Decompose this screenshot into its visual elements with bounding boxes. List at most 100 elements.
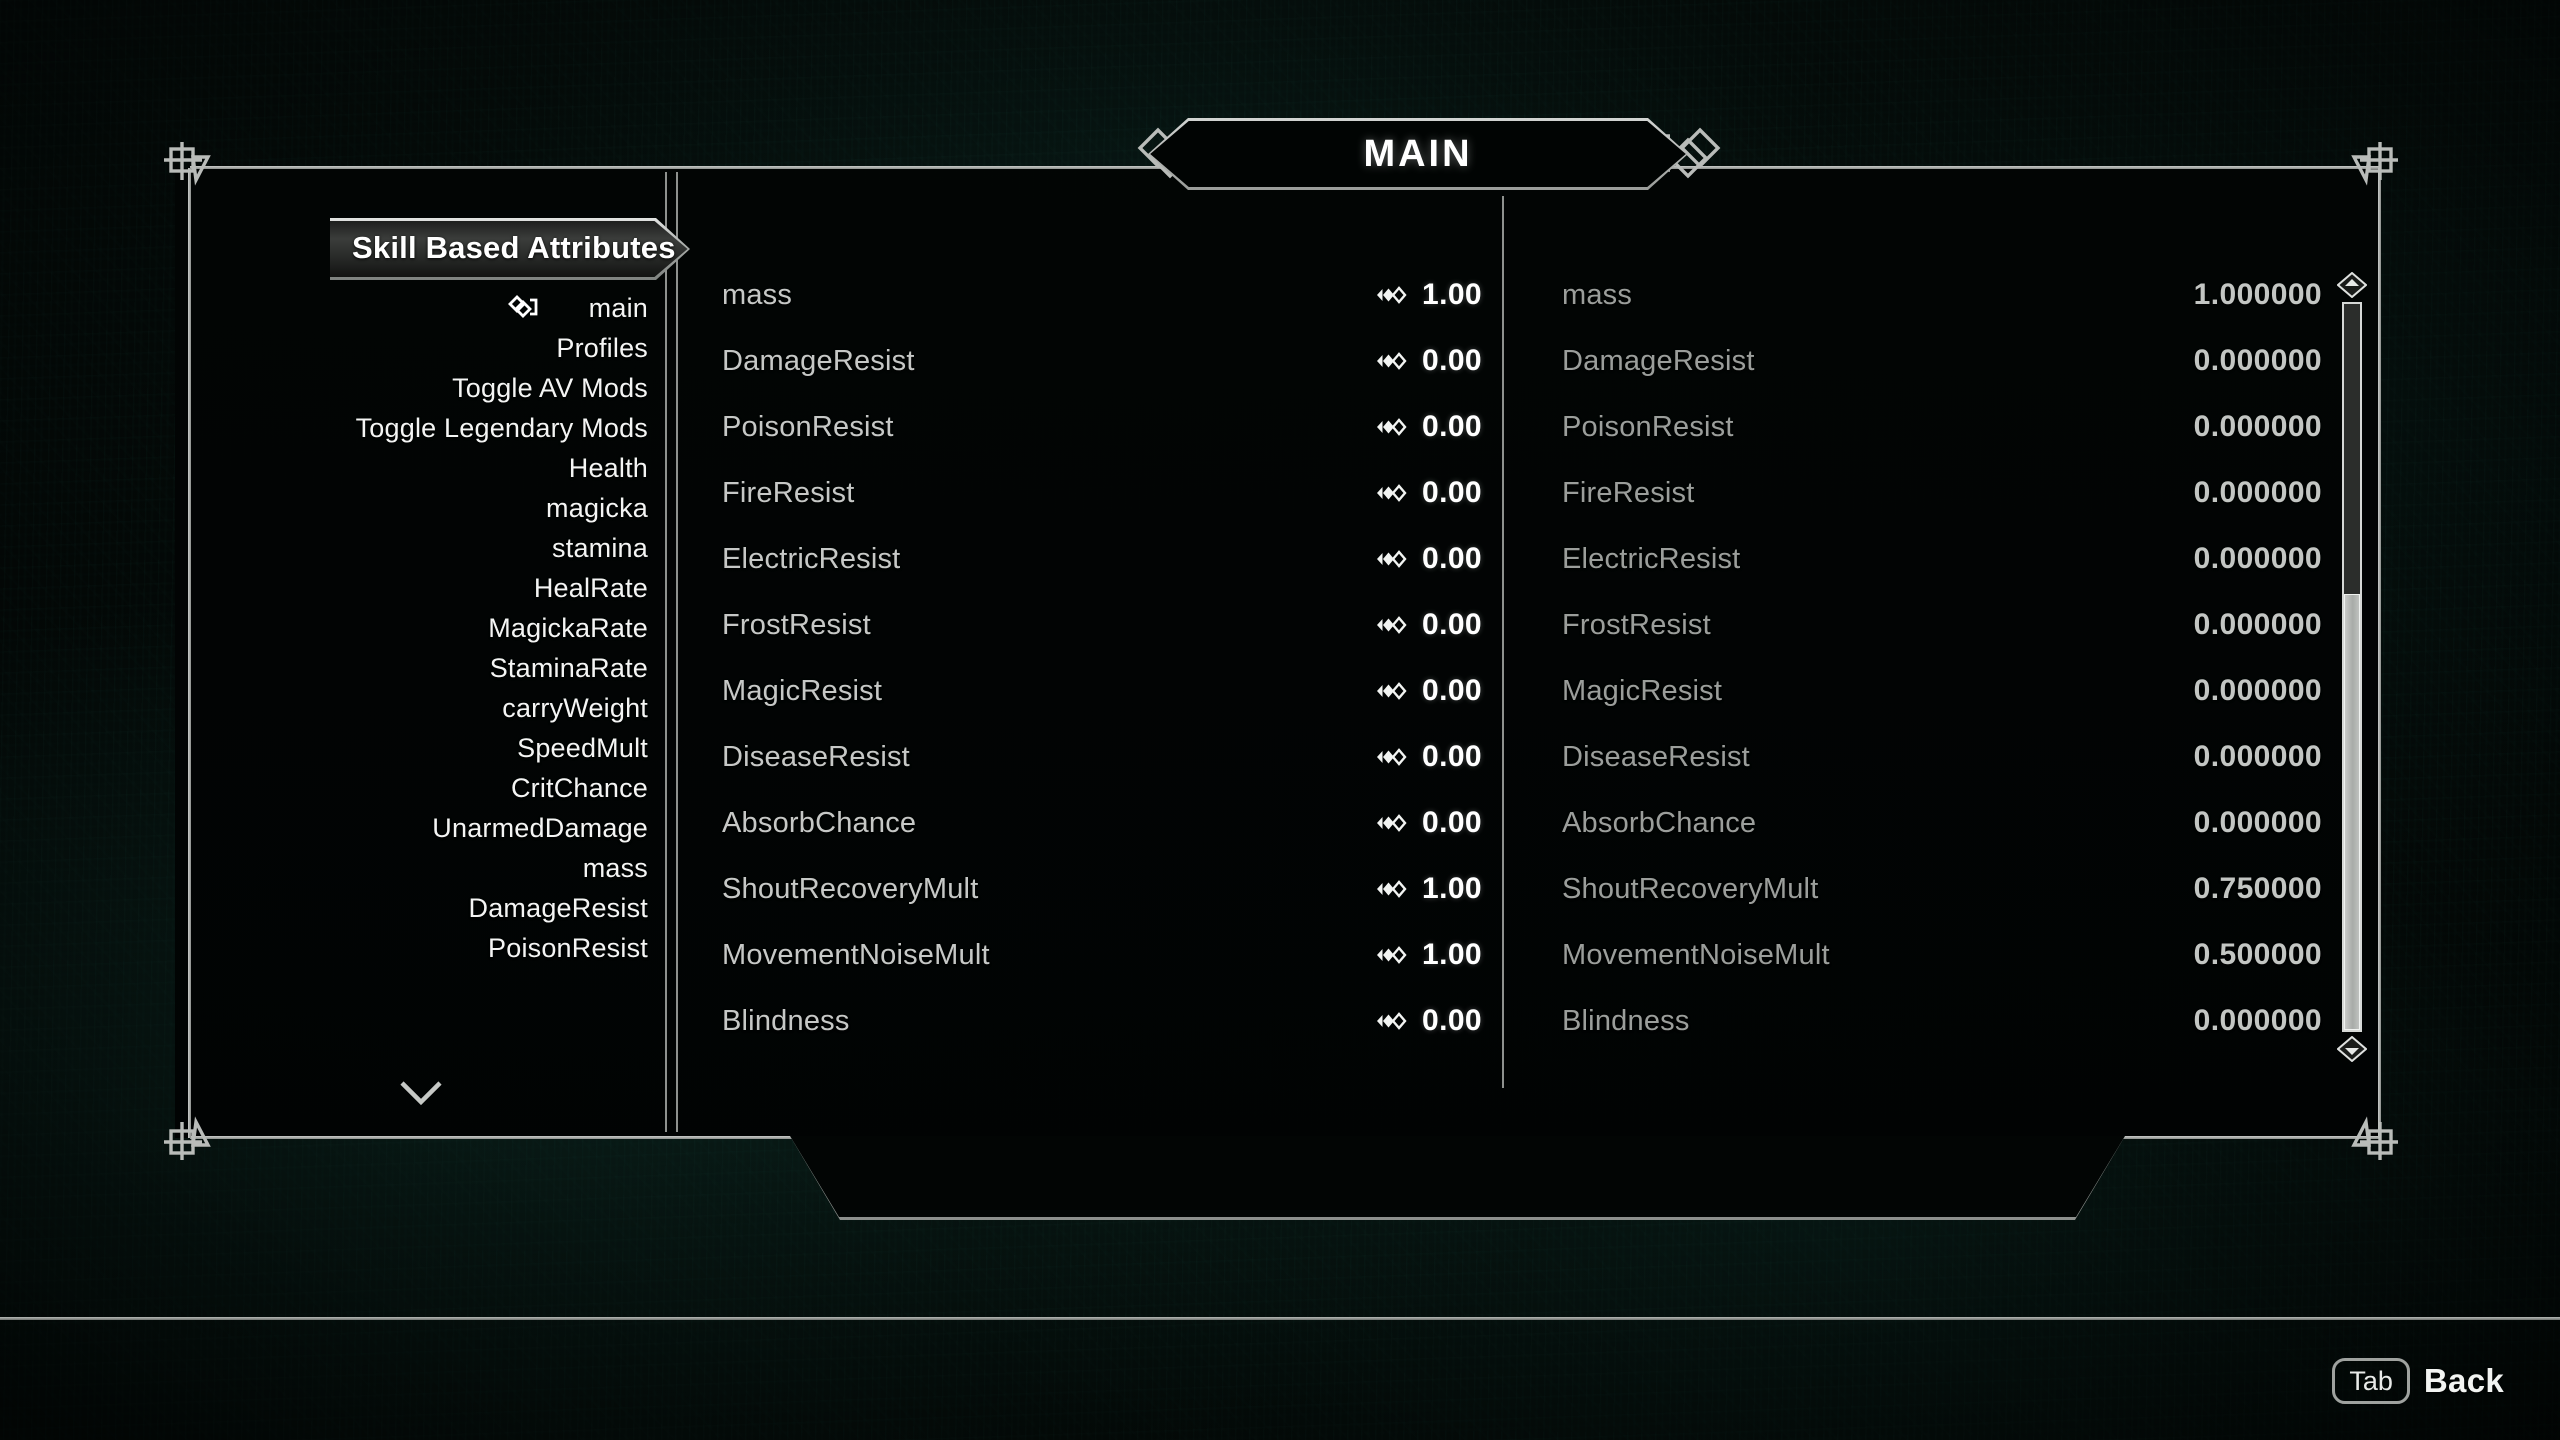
diamond-stepper-icon[interactable] (1374, 548, 1408, 570)
sidebar-item-toggle-av-mods[interactable]: Toggle AV Mods (250, 368, 660, 408)
setting-value-group: 0.000000 (2194, 476, 2322, 510)
setting-row[interactable]: Blindness 0.00 (722, 988, 1482, 1054)
setting-row[interactable]: DamageResist 0.000000 (1562, 328, 2322, 394)
setting-row[interactable]: DiseaseResist 0.00 (722, 724, 1482, 790)
setting-row[interactable]: FireResist 0.000000 (1562, 460, 2322, 526)
setting-value-group: 0.00 (1374, 740, 1482, 774)
scroll-down-diamond-icon[interactable] (2337, 1036, 2367, 1062)
sidebar-item-mass[interactable]: mass (250, 848, 660, 888)
diamond-stepper-icon[interactable] (1374, 614, 1408, 636)
menu-title-banner: MAIN (1148, 118, 1688, 190)
scroll-up-diamond-icon[interactable] (2337, 272, 2367, 298)
setting-value: 1.00 (1422, 938, 1482, 971)
setting-label: PoisonResist (1562, 410, 1734, 443)
setting-label: Blindness (722, 1004, 850, 1037)
sidebar-item-label: Toggle AV Mods (452, 372, 648, 403)
sidebar-item-unarmeddamage[interactable]: UnarmedDamage (250, 808, 660, 848)
setting-row[interactable]: AbsorbChance 0.000000 (1562, 790, 2322, 856)
sidebar-item-speedmult[interactable]: SpeedMult (250, 728, 660, 768)
hud-separator-line (0, 1317, 2560, 1320)
setting-row[interactable]: MagicResist 0.00 (722, 658, 1482, 724)
setting-value: 0.000000 (2193, 542, 2322, 575)
diamond-stepper-icon[interactable] (1374, 1010, 1408, 1032)
vertical-scrollbar[interactable] (2337, 272, 2367, 1062)
setting-value: 0.00 (1422, 1004, 1482, 1037)
setting-row[interactable]: MovementNoiseMult 0.500000 (1562, 922, 2322, 988)
hud-back-hint[interactable]: Tab Back (2332, 1358, 2504, 1404)
setting-label: DiseaseResist (722, 740, 910, 773)
sidebar-item-label: main (588, 292, 648, 323)
setting-row[interactable]: FrostResist 0.000000 (1562, 592, 2322, 658)
setting-value: 0.00 (1422, 542, 1482, 575)
panel-top-border-right (1660, 166, 2380, 169)
diamond-stepper-icon[interactable] (1374, 482, 1408, 504)
sidebar-item-healrate[interactable]: HealRate (250, 568, 660, 608)
bottom-panel-tab (790, 1136, 2125, 1220)
setting-row[interactable]: MovementNoiseMult 1.00 (722, 922, 1482, 988)
setting-row[interactable]: ShoutRecoveryMult 0.750000 (1562, 856, 2322, 922)
corner-ornament-bottom-right (2342, 1104, 2400, 1162)
diamond-stepper-icon[interactable] (1374, 350, 1408, 372)
setting-label: MovementNoiseMult (1562, 938, 1830, 971)
setting-label: DamageResist (722, 344, 915, 377)
setting-value: 0.00 (1422, 674, 1482, 707)
sidebar-item-health[interactable]: Health (250, 448, 660, 488)
setting-value: 0.00 (1422, 806, 1482, 839)
sidebar-item-stamina[interactable]: stamina (250, 528, 660, 568)
setting-row[interactable]: ShoutRecoveryMult 1.00 (722, 856, 1482, 922)
setting-value: 1.000000 (2193, 278, 2322, 311)
tab-label: Skill Based Attributes (352, 230, 676, 265)
sidebar-item-staminarate[interactable]: StaminaRate (250, 648, 660, 688)
setting-row[interactable]: Blindness 0.000000 (1562, 988, 2322, 1054)
diamond-stepper-icon[interactable] (1374, 812, 1408, 834)
diamond-stepper-icon[interactable] (1374, 746, 1408, 768)
scrollbar-track[interactable] (2342, 302, 2362, 1032)
setting-value-group: 0.000000 (2194, 674, 2322, 708)
diamond-stepper-icon[interactable] (1374, 878, 1408, 900)
setting-row[interactable]: mass 1.000000 (1562, 262, 2322, 328)
sidebar-item-profiles[interactable]: Profiles (250, 328, 660, 368)
setting-label: ElectricResist (722, 542, 901, 575)
scrollbar-thumb[interactable] (2344, 594, 2360, 1030)
sidebar-item-label: Profiles (556, 332, 648, 363)
setting-value-group: 0.00 (1374, 608, 1482, 642)
setting-label: FrostResist (1562, 608, 1711, 641)
sidebar-item-toggle-legendary-mods[interactable]: Toggle Legendary Mods (250, 408, 660, 448)
setting-row[interactable]: ElectricResist 0.000000 (1562, 526, 2322, 592)
setting-row[interactable]: MagicResist 0.000000 (1562, 658, 2322, 724)
setting-row[interactable]: mass 1.00 (722, 262, 1482, 328)
setting-row[interactable]: FrostResist 0.00 (722, 592, 1482, 658)
setting-value: 0.00 (1422, 476, 1482, 509)
setting-value-group: 0.000000 (2194, 806, 2322, 840)
sidebar-item-main[interactable]: main (250, 288, 660, 328)
setting-row[interactable]: AbsorbChance 0.00 (722, 790, 1482, 856)
chevron-down-icon[interactable] (398, 1078, 444, 1108)
setting-value-group: 0.000000 (2194, 344, 2322, 378)
diamond-stepper-icon[interactable] (1374, 944, 1408, 966)
sidebar-item-critchance[interactable]: CritChance (250, 768, 660, 808)
bottom-tab-fill (790, 1136, 2125, 1217)
setting-value: 0.000000 (2193, 476, 2322, 509)
setting-row[interactable]: PoisonResist 0.00 (722, 394, 1482, 460)
setting-row[interactable]: PoisonResist 0.000000 (1562, 394, 2322, 460)
setting-row[interactable]: FireResist 0.00 (722, 460, 1482, 526)
sidebar-item-damageresist[interactable]: DamageResist (250, 888, 660, 928)
setting-row[interactable]: DiseaseResist 0.000000 (1562, 724, 2322, 790)
setting-label: AbsorbChance (722, 806, 917, 839)
sidebar-item-magicka[interactable]: magicka (250, 488, 660, 528)
diamond-stepper-icon[interactable] (1374, 284, 1408, 306)
setting-label: mass (1562, 278, 1633, 311)
sidebar-item-label: mass (582, 852, 648, 883)
sidebar-item-carryweight[interactable]: carryWeight (250, 688, 660, 728)
setting-value-group: 0.00 (1374, 806, 1482, 840)
setting-row[interactable]: ElectricResist 0.00 (722, 526, 1482, 592)
sidebar-item-poisonresist[interactable]: PoisonResist (250, 928, 660, 968)
setting-row[interactable]: DamageResist 0.00 (722, 328, 1482, 394)
setting-value: 0.00 (1422, 344, 1482, 377)
tab-skill-based-attributes[interactable]: Skill Based Attributes (330, 218, 690, 280)
setting-value-group: 0.000000 (2194, 1004, 2322, 1038)
diamond-stepper-icon[interactable] (1374, 416, 1408, 438)
diamond-stepper-icon[interactable] (1374, 680, 1408, 702)
sidebar-item-magickarate[interactable]: MagickaRate (250, 608, 660, 648)
setting-value-group: 1.00 (1374, 278, 1482, 312)
